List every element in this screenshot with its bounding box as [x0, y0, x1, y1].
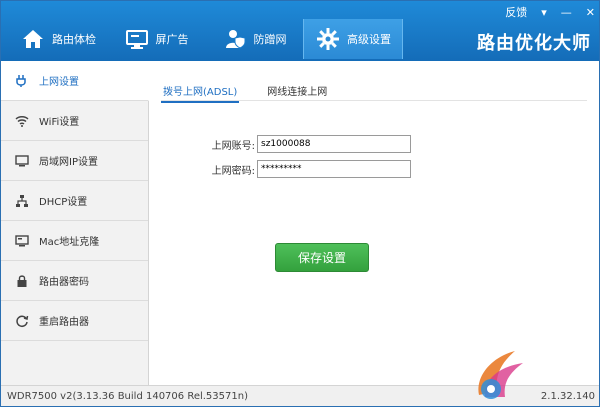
app-window: 反馈 ▾ — ✕ 路由体检 屏广告 防蹭网 高级设置 路由优化大师 上网设置 W…	[0, 0, 600, 407]
app-version: 2.1.32.140	[540, 391, 595, 402]
network-icon	[15, 194, 29, 208]
refresh-icon	[15, 314, 29, 328]
tab-label: 防蹭网	[253, 33, 287, 46]
main-panel: 拨号上网(ADSL) 网线连接上网 上网账号: 上网密码: 保存设置	[149, 61, 599, 385]
main-tabs: 路由体检 屏广告 防蹭网 高级设置	[9, 19, 403, 59]
account-label: 上网账号:	[211, 140, 255, 152]
sidebar-item-wifi[interactable]: WiFi设置	[1, 101, 148, 141]
sidebar-item-label: DHCP设置	[39, 197, 88, 208]
sidebar-item-label: 上网设置	[39, 77, 79, 88]
account-input[interactable]	[257, 135, 411, 153]
plug-icon	[15, 74, 29, 88]
sidebar-item-reboot-router[interactable]: 重启路由器	[1, 301, 148, 341]
password-label: 上网密码:	[211, 165, 255, 177]
sidebar-item-mac-clone[interactable]: Mac地址克隆	[1, 221, 148, 261]
menu-dropdown-button[interactable]: ▾	[541, 6, 547, 19]
subtab-divider	[161, 100, 587, 101]
gear-icon	[315, 26, 341, 52]
wifi-icon	[15, 114, 29, 128]
password-row: 上网密码:	[205, 160, 411, 178]
password-input[interactable]	[257, 160, 411, 178]
sidebar-item-label: Mac地址克隆	[39, 237, 100, 248]
brand-title: 路由优化大师	[477, 33, 591, 54]
close-button[interactable]: ✕	[586, 6, 595, 19]
monitor-icon	[15, 154, 29, 168]
save-settings-button[interactable]: 保存设置	[275, 243, 369, 272]
sidebar-item-label: 路由器密码	[39, 277, 89, 288]
watermark-logo	[478, 351, 523, 399]
firmware-version: WDR7500 v2(3.13.36 Build 140706 Rel.5357…	[7, 391, 248, 402]
tab-block-ads[interactable]: 屏广告	[107, 19, 205, 59]
user-shield-icon	[222, 26, 248, 52]
sidebar: 上网设置 WiFi设置 局域网IP设置 DHCP设置 Mac地址克隆 路由器密码…	[1, 61, 149, 385]
sidebar-item-label: 重启路由器	[39, 317, 89, 328]
feedback-link[interactable]: 反馈	[505, 4, 527, 20]
home-icon	[20, 26, 46, 52]
tab-router-checkup[interactable]: 路由体检	[9, 19, 107, 59]
header-bar: 反馈 ▾ — ✕ 路由体检 屏广告 防蹭网 高级设置 路由优化大师	[1, 1, 599, 61]
minimize-button[interactable]: —	[561, 6, 572, 19]
lock-icon	[15, 274, 29, 288]
account-row: 上网账号:	[205, 135, 411, 153]
tab-label: 高级设置	[347, 33, 391, 46]
tab-advanced-settings[interactable]: 高级设置	[303, 19, 403, 59]
window-controls: 反馈 ▾ — ✕	[505, 4, 595, 20]
sidebar-item-label: 局域网IP设置	[39, 157, 98, 168]
monitor-icon	[124, 26, 150, 52]
sidebar-item-internet-settings[interactable]: 上网设置	[1, 61, 149, 101]
sidebar-item-lan-ip[interactable]: 局域网IP设置	[1, 141, 148, 181]
tab-label: 屏广告	[155, 33, 189, 46]
tab-anti-leech[interactable]: 防蹭网	[205, 19, 303, 59]
monitor-icon	[15, 234, 29, 248]
tab-label: 路由体检	[52, 33, 96, 46]
sidebar-item-router-password[interactable]: 路由器密码	[1, 261, 148, 301]
sidebar-item-dhcp[interactable]: DHCP设置	[1, 181, 148, 221]
sidebar-item-label: WiFi设置	[39, 117, 80, 128]
